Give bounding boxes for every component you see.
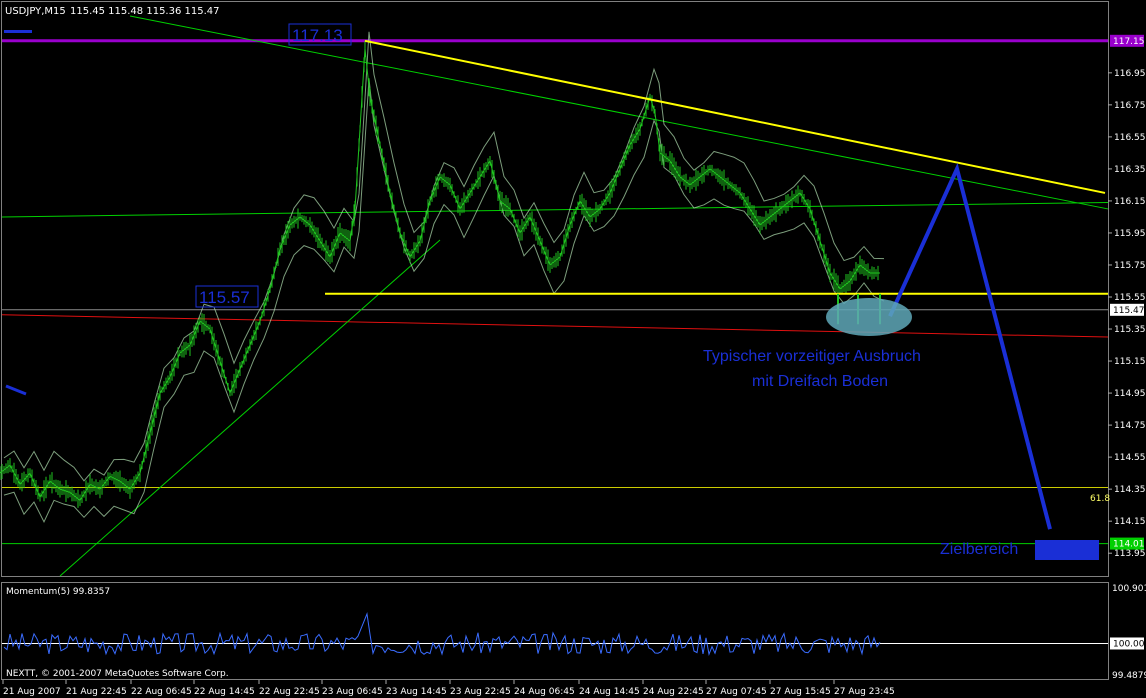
y-tick-label: 116.75 <box>1114 101 1146 111</box>
target-annotation: Zielbereich <box>940 541 1018 558</box>
chart-ohlc: 115.45 115.48 115.36 115.47 <box>70 6 220 17</box>
breakout-annotation-line1: Typischer vorzeitiger Ausbruch <box>703 348 921 365</box>
y-tick-label: 114.15 <box>1114 517 1146 527</box>
target-zone <box>1035 540 1099 560</box>
y-tick-label: 114.55 <box>1114 453 1146 463</box>
trendlines <box>325 39 1108 530</box>
x-tick-label: 23 Aug 22:45 <box>450 687 511 697</box>
high-label: 117.13 <box>292 26 343 45</box>
x-tick-label: 24 Aug 06:45 <box>514 687 575 697</box>
x-tick-label: 22 Aug 22:45 <box>259 687 320 697</box>
x-tick-label: 21 Aug 2007 <box>3 687 61 697</box>
y-tick-label: 114.35 <box>1114 485 1146 495</box>
band-lower <box>3 78 885 523</box>
momentum-tick-label: 99.4879 <box>1112 671 1146 681</box>
y-tick-label: 115.35 <box>1114 325 1146 335</box>
red-trend-line <box>1 314 1109 338</box>
low-label: 115.57 <box>199 288 250 307</box>
bollinger-bands <box>3 31 885 523</box>
y-tick-label: 113.95 <box>1114 549 1146 559</box>
x-tick-label: 27 Aug 07:45 <box>706 687 767 697</box>
x-tick-label: 27 Aug 15:45 <box>770 687 831 697</box>
trendline <box>364 39 1106 194</box>
x-tick-label: 23 Aug 14:45 <box>386 687 447 697</box>
momentum-series: 100.9014 100.00 99.4879 <box>2 584 1146 681</box>
y-tick-label: 115.95 <box>1114 229 1146 239</box>
x-tick-label: 24 Aug 22:45 <box>643 687 704 697</box>
x-tick-label: 27 Aug 23:45 <box>834 687 895 697</box>
price-marker-label: 117.15 <box>1113 37 1145 47</box>
main-chart-frame <box>1 1 1109 577</box>
y-tick-label: 116.55 <box>1114 133 1146 143</box>
price-marker-label: 115.47 <box>1113 306 1145 316</box>
price-line <box>0 48 880 502</box>
y-tick-label: 116.15 <box>1114 197 1146 207</box>
x-tick-label: 21 Aug 22:45 <box>66 687 127 697</box>
momentum-frame <box>1 582 1109 680</box>
left-marker-mid <box>5 384 27 396</box>
y-tick-label: 116.35 <box>1114 165 1146 175</box>
chart-canvas: USDJPY,M15 115.45 115.48 115.36 115.47 1… <box>0 1 1146 697</box>
momentum-label: Momentum(5) 99.8357 <box>6 587 110 597</box>
breakout-ellipse <box>826 298 912 336</box>
price-marker-label: 114.01 <box>1113 540 1145 550</box>
horizontal-levels <box>1 15 1109 577</box>
x-tick-label: 22 Aug 06:45 <box>131 687 192 697</box>
momentum-tick-label: 100.00 <box>1113 639 1145 649</box>
breakout-annotation-line2: mit Dreifach Boden <box>752 373 888 390</box>
x-tick-label: 22 Aug 14:45 <box>194 687 255 697</box>
fib-label: 61.8 <box>1090 494 1110 504</box>
x-tick-label: 23 Aug 06:45 <box>322 687 383 697</box>
y-tick-label: 114.95 <box>1114 389 1146 399</box>
momentum-tick-label: 100.9014 <box>1112 584 1146 594</box>
y-tick-label: 116.95 <box>1114 69 1146 79</box>
price-axis: 116.95 116.75 116.55 116.35 116.15 115.95 115.… <box>1108 34 1146 559</box>
x-tick-label: 24 Aug 14:45 <box>579 687 640 697</box>
copyright: NEXTT, © 2001-2007 MetaQuotes Software C… <box>6 669 229 679</box>
left-marker-top <box>4 30 32 33</box>
y-tick-label: 115.15 <box>1114 357 1146 367</box>
y-tick-label: 114.75 <box>1114 421 1146 431</box>
green-support-trend <box>59 239 441 577</box>
price-series <box>0 40 880 508</box>
y-tick-label: 115.55 <box>1114 293 1146 303</box>
time-axis: 21 Aug 2007 21 Aug 22:45 22 Aug 06:45 22 Au… <box>2 680 895 697</box>
y-tick-label: 115.75 <box>1114 261 1146 271</box>
band-upper <box>3 31 885 482</box>
chart-symbol: USDJPY,M15 <box>5 6 66 17</box>
momentum-line <box>3 612 881 656</box>
